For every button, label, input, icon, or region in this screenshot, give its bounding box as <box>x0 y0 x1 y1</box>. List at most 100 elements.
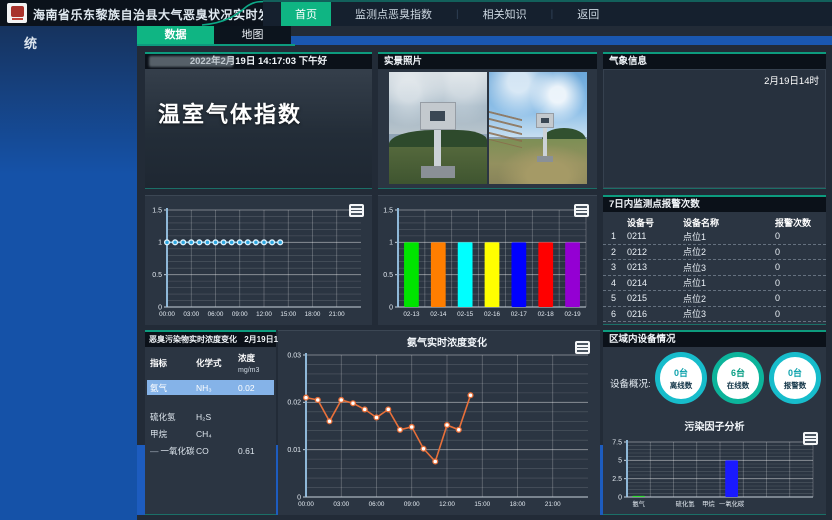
alarm-count: 0 <box>775 247 818 257</box>
tab-data[interactable]: 数据 <box>137 26 214 44</box>
row-index: 6 <box>611 309 627 319</box>
alarm-col-2: 报警次数 <box>775 216 818 229</box>
chart-svg-factor-analysis: 02.557.5氨气硫化氢甲烷一氧化碳 <box>607 432 821 512</box>
swoosh-decoration <box>200 0 270 26</box>
station-box <box>536 113 554 128</box>
site-photo-2 <box>489 72 587 184</box>
odor-panel-header: 恶臭污染物实时浓度变化 2月19日14时 <box>145 332 276 347</box>
nh3-trend-panel: 00.010.020.0300:0003:0006:0009:0012:0015… <box>278 330 600 515</box>
svg-text:15:00: 15:00 <box>474 501 490 508</box>
alarm-table-panel: 7日内监测点报警次数 设备号设备名称报警次数 10211点位1020212点位2… <box>603 195 826 325</box>
odor-row-CH₄[interactable]: 甲烷CH₄ <box>145 426 276 441</box>
tab-map[interactable]: 地图 <box>214 26 291 44</box>
nav-item-station-odor-index[interactable]: 监测点恶臭指数 <box>345 3 442 25</box>
alarm-count: 0 <box>775 262 818 272</box>
chart-toolbox-icon[interactable] <box>803 432 818 445</box>
svg-text:00:00: 00:00 <box>298 501 314 508</box>
system-title-overflow: 统 <box>24 33 37 52</box>
svg-text:2.5: 2.5 <box>612 476 622 483</box>
svg-text:1.5: 1.5 <box>152 207 162 214</box>
station-box <box>420 102 456 130</box>
svg-text:0.02: 0.02 <box>287 400 301 407</box>
odor-panel-title: 恶臭污染物实时浓度变化 <box>149 335 237 344</box>
pollutant-name: 硫化氢 <box>150 411 196 423</box>
odor-row-CO[interactable]: —一氧化碳CO0.61 <box>145 443 276 458</box>
pollutant-value: 0.61 <box>238 446 271 456</box>
stat-label: 报警数 <box>784 380 807 391</box>
device-stat-circle-2: 0台报警数 <box>769 352 821 404</box>
daily-index-panel: 00.511.502-1302-1402-1502-1602-1702-1802… <box>378 195 597 325</box>
device-name: 点位3 <box>683 307 775 320</box>
svg-text:1: 1 <box>389 240 393 247</box>
device-stat-circle-1: 6台在线数 <box>712 352 764 404</box>
svg-text:0.5: 0.5 <box>383 272 393 279</box>
svg-text:1: 1 <box>158 240 162 247</box>
table-row: 50215点位20 <box>603 291 826 307</box>
table-row: 40214点位10 <box>603 276 826 292</box>
alarm-count: 0 <box>775 278 818 288</box>
pollution-factor-chart: 02.557.5氨气硫化氢甲烷一氧化碳 <box>607 432 821 512</box>
svg-text:0.5: 0.5 <box>152 272 162 279</box>
col-concentration: 浓度 mg/m3 <box>238 352 271 374</box>
pollutant-value: 0.02 <box>238 383 271 393</box>
col-indicator: 指标 <box>150 357 196 369</box>
alarm-count: 0 <box>775 231 818 241</box>
station-pole <box>543 128 547 156</box>
pollutant-name: 氨气 <box>150 382 196 394</box>
alarm-col-0: 设备号 <box>627 216 683 229</box>
stat-value: 0台 <box>674 366 688 379</box>
weather-panel-title: 气象信息 <box>603 54 826 69</box>
station-pole <box>434 130 441 166</box>
chart-svg-nh3-trend: 00.010.020.0300:0003:0006:0009:0012:0015… <box>280 335 596 512</box>
stat-value: 6台 <box>731 366 745 379</box>
table-row: 60216点位30 <box>603 307 826 323</box>
svg-text:02-16: 02-16 <box>484 311 501 318</box>
svg-text:15:00: 15:00 <box>280 311 296 318</box>
svg-text:7.5: 7.5 <box>612 439 622 446</box>
device-name: 点位1 <box>683 276 775 289</box>
row-index: 2 <box>611 247 627 257</box>
photos-panel: 实景照片 <box>378 52 597 189</box>
nav-separator: | <box>551 9 554 20</box>
svg-text:18:00: 18:00 <box>305 311 321 318</box>
device-id: 0213 <box>627 262 683 272</box>
chart-toolbox-icon[interactable] <box>574 204 589 217</box>
svg-text:0: 0 <box>389 304 393 311</box>
concentration-unit: mg/m3 <box>238 367 259 374</box>
row-index: 5 <box>611 293 627 303</box>
nav-item-related-knowledge[interactable]: 相关知识 <box>473 3 537 25</box>
top-bar: 海南省乐东黎族自治县大气恶臭状况实时发布系 首页监测点恶臭指数|相关知识|返回 <box>0 0 832 26</box>
nav-item-back[interactable]: 返回 <box>567 3 609 25</box>
col-formula: 化学式 <box>196 357 238 369</box>
station-screen <box>430 111 445 121</box>
weather-panel-body: 2月19日14时 <box>603 69 826 188</box>
pollutant-formula: H₂S <box>196 412 238 422</box>
pollutant-formula: CH₄ <box>196 429 238 439</box>
pollutant-name: 甲烷 <box>150 428 196 440</box>
dash-mark: — <box>150 446 159 456</box>
odor-table-panel: 恶臭污染物实时浓度变化 2月19日14时 指标 化学式 浓度 mg/m3 氨气N… <box>145 330 276 515</box>
weather-panel: 气象信息 2月19日14时 <box>603 52 826 189</box>
svg-text:02-14: 02-14 <box>430 311 447 318</box>
nav-item-home[interactable]: 首页 <box>281 2 331 26</box>
svg-text:09:00: 09:00 <box>404 501 420 508</box>
logo-glyph-icon <box>11 6 24 17</box>
svg-text:02-18: 02-18 <box>538 311 555 318</box>
svg-text:0: 0 <box>618 494 622 501</box>
alarm-count: 0 <box>775 293 818 303</box>
odor-row-NH₃[interactable]: 氨气NH₃0.02 <box>147 380 274 395</box>
alarm-col-1: 设备名称 <box>683 216 775 229</box>
svg-text:硫化氢: 硫化氢 <box>676 499 696 508</box>
greeting-panel-body: 温室气体指数 <box>145 69 372 188</box>
svg-text:00:00: 00:00 <box>159 311 175 318</box>
odor-row-H₂S[interactable]: 硫化氢H₂S <box>145 409 276 424</box>
chart-toolbox-icon[interactable] <box>575 341 590 354</box>
row-index: 3 <box>611 262 627 272</box>
logo-subtext <box>12 18 23 20</box>
photos-panel-title: 实景照片 <box>378 54 597 69</box>
alarm-count: 0 <box>775 309 818 319</box>
device-id: 0215 <box>627 293 683 303</box>
table-row: 10211点位10 <box>603 229 826 245</box>
svg-text:18:00: 18:00 <box>510 501 526 508</box>
chart-toolbox-icon[interactable] <box>349 204 364 217</box>
